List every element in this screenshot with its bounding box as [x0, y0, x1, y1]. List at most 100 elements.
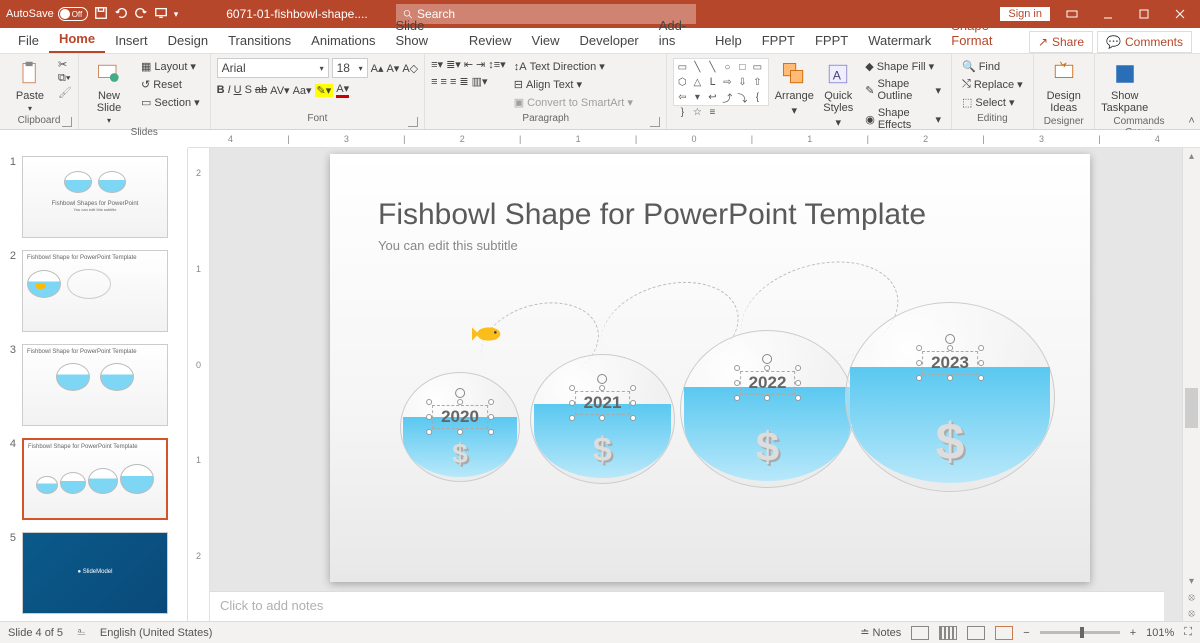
align-center-icon[interactable]: ≡ — [441, 76, 447, 88]
tab-developer[interactable]: Developer — [570, 29, 649, 53]
shape-effects-button[interactable]: ◉ Shape Effects ▾ — [861, 105, 945, 133]
tab-help[interactable]: Help — [705, 29, 752, 53]
rotate-handle-icon[interactable] — [945, 334, 955, 344]
present-icon[interactable] — [154, 6, 168, 23]
shape-fill-button[interactable]: ◆ Shape Fill ▾ — [861, 58, 945, 75]
year-label-2020[interactable]: 2020 — [432, 405, 488, 429]
prev-slide-icon[interactable]: ⦻ — [1183, 589, 1200, 605]
save-icon[interactable] — [94, 6, 108, 23]
underline-button[interactable]: U — [234, 84, 242, 96]
year-label-2022[interactable]: 2022 — [740, 371, 796, 395]
fishbowl-2023[interactable]: $ 2023 — [845, 302, 1055, 492]
rotate-handle-icon[interactable] — [455, 388, 465, 398]
text-direction-button[interactable]: ↕A Text Direction ▾ — [510, 58, 637, 75]
shadow-button[interactable]: S — [245, 84, 252, 96]
bullets-icon[interactable]: ≡▾ — [431, 58, 443, 71]
year-label-2023[interactable]: 2023 — [922, 351, 978, 375]
dialog-launcher-icon[interactable] — [408, 117, 418, 127]
qat-more-icon[interactable]: ▾ — [174, 9, 179, 20]
zoom-out-icon[interactable]: − — [1023, 627, 1029, 639]
sorter-view-icon[interactable] — [939, 626, 957, 640]
numbering-icon[interactable]: ≣▾ — [446, 58, 461, 71]
thumbnail-3[interactable]: Fishbowl Shape for PowerPoint Template — [22, 344, 168, 426]
scroll-down-icon[interactable]: ▾ — [1183, 573, 1200, 589]
replace-button[interactable]: ⤭ Replace ▾ — [958, 76, 1027, 93]
new-slide-button[interactable]: New Slide▾ — [85, 58, 133, 127]
close-icon[interactable] — [1166, 4, 1194, 24]
align-text-button[interactable]: ⊟ Align Text ▾ — [510, 76, 637, 93]
cut-icon[interactable]: ✂ — [58, 58, 72, 71]
fishbowl-2021[interactable]: $ 2021 — [530, 354, 675, 484]
italic-button[interactable]: I — [228, 84, 231, 96]
font-name-combo[interactable]: Arial▾ — [217, 58, 329, 78]
change-case-button[interactable]: Aa▾ — [293, 84, 312, 97]
tab-shape-format[interactable]: Shape Format — [941, 14, 1029, 53]
find-button[interactable]: 🔍 Find — [958, 58, 1027, 75]
fishbowl-2022[interactable]: $ 2022 — [680, 330, 855, 488]
thumbnail-5[interactable]: ● SlideModel — [22, 532, 168, 614]
strike-button[interactable]: ab — [255, 84, 267, 96]
select-button[interactable]: ⬚ Select ▾ — [958, 94, 1027, 111]
minimize-icon[interactable] — [1094, 4, 1122, 24]
language-status[interactable]: English (United States) — [100, 627, 213, 639]
rotate-handle-icon[interactable] — [762, 354, 772, 364]
collapse-ribbon-icon[interactable]: ˄ — [1183, 54, 1200, 129]
align-left-icon[interactable]: ≡ — [431, 76, 437, 88]
rotate-handle-icon[interactable] — [597, 374, 607, 384]
tab-design[interactable]: Design — [158, 29, 218, 53]
tab-review[interactable]: Review — [459, 29, 522, 53]
thumbnail-4[interactable]: Fishbowl Shape for PowerPoint Template — [22, 438, 168, 520]
tab-home[interactable]: Home — [49, 27, 105, 53]
tab-transitions[interactable]: Transitions — [218, 29, 301, 53]
thumbnail-1[interactable]: Fishbowl Shapes for PowerPoint You can e… — [22, 156, 168, 238]
align-right-icon[interactable]: ≡ — [450, 76, 456, 88]
arrange-button[interactable]: Arrange▾ — [773, 58, 815, 119]
dialog-launcher-icon[interactable] — [62, 117, 72, 127]
fishbowl-2020[interactable]: $ 2020 — [400, 372, 520, 482]
spacing-button[interactable]: AV▾ — [270, 84, 289, 97]
increase-font-icon[interactable]: A▴ — [371, 62, 384, 75]
notes-toggle[interactable]: ≐ Notes — [860, 626, 901, 639]
redo-icon[interactable] — [134, 6, 148, 23]
notes-pane[interactable]: Click to add notes — [210, 591, 1164, 621]
tab-fppt2[interactable]: FPPT — [805, 29, 858, 53]
fit-to-window-icon[interactable]: ⛶ — [1184, 626, 1192, 639]
slide-thumbnails-panel[interactable]: 1 Fishbowl Shapes for PowerPoint You can… — [0, 148, 188, 621]
clear-format-icon[interactable]: A◇ — [402, 62, 418, 75]
indent-left-icon[interactable]: ⇤ — [464, 58, 473, 71]
scrollbar-thumb[interactable] — [1185, 388, 1198, 428]
highlight-button[interactable]: ✎▾ — [315, 84, 334, 97]
dialog-launcher-icon[interactable] — [650, 117, 660, 127]
current-slide[interactable]: Fishbowl Shape for PowerPoint Template Y… — [330, 154, 1090, 582]
quick-styles-button[interactable]: A Quick Styles▾ — [819, 58, 857, 131]
next-slide-icon[interactable]: ⦻ — [1183, 605, 1200, 621]
shapes-gallery[interactable]: ▭╲╲○□▭⬡ △ᒪ⇨⇩⇧⇦▾ ↩⤴⤵{}☆≡ — [673, 58, 769, 106]
format-painter-icon[interactable]: 🖌 — [58, 86, 72, 99]
slide-title[interactable]: Fishbowl Shape for PowerPoint Template — [378, 198, 926, 232]
tab-animations[interactable]: Animations — [301, 29, 385, 53]
justify-icon[interactable]: ≣ — [459, 75, 468, 88]
shape-outline-button[interactable]: ✎ Shape Outline ▾ — [861, 76, 945, 104]
tab-view[interactable]: View — [522, 29, 570, 53]
tab-slideshow[interactable]: Slide Show — [385, 14, 458, 53]
scroll-up-icon[interactable]: ▴ — [1183, 148, 1200, 164]
zoom-level[interactable]: 101% — [1146, 627, 1174, 639]
thumbnail-2[interactable]: Fishbowl Shape for PowerPoint Template — [22, 250, 168, 332]
maximize-icon[interactable] — [1130, 4, 1158, 24]
bold-button[interactable]: B — [217, 84, 225, 96]
accessibility-icon[interactable]: ⎁ — [77, 626, 86, 639]
design-ideas-button[interactable]: Design Ideas — [1040, 58, 1088, 116]
year-label-2021[interactable]: 2021 — [575, 391, 631, 415]
share-button[interactable]: ↗ Share — [1029, 31, 1093, 53]
columns-icon[interactable]: ▥▾ — [472, 75, 488, 88]
tab-addins[interactable]: Add-ins — [649, 14, 705, 53]
font-size-combo[interactable]: 18▾ — [332, 58, 368, 78]
font-color-button[interactable]: A▾ — [336, 82, 349, 98]
tab-watermark[interactable]: Watermark — [858, 29, 941, 53]
reset-button[interactable]: ↺ Reset — [137, 76, 204, 93]
tab-file[interactable]: File — [8, 29, 49, 53]
normal-view-icon[interactable] — [911, 626, 929, 640]
slide-canvas[interactable]: Fishbowl Shape for PowerPoint Template Y… — [210, 148, 1182, 621]
slideshow-view-icon[interactable] — [995, 626, 1013, 640]
paste-button[interactable]: Paste▾ — [6, 58, 54, 115]
